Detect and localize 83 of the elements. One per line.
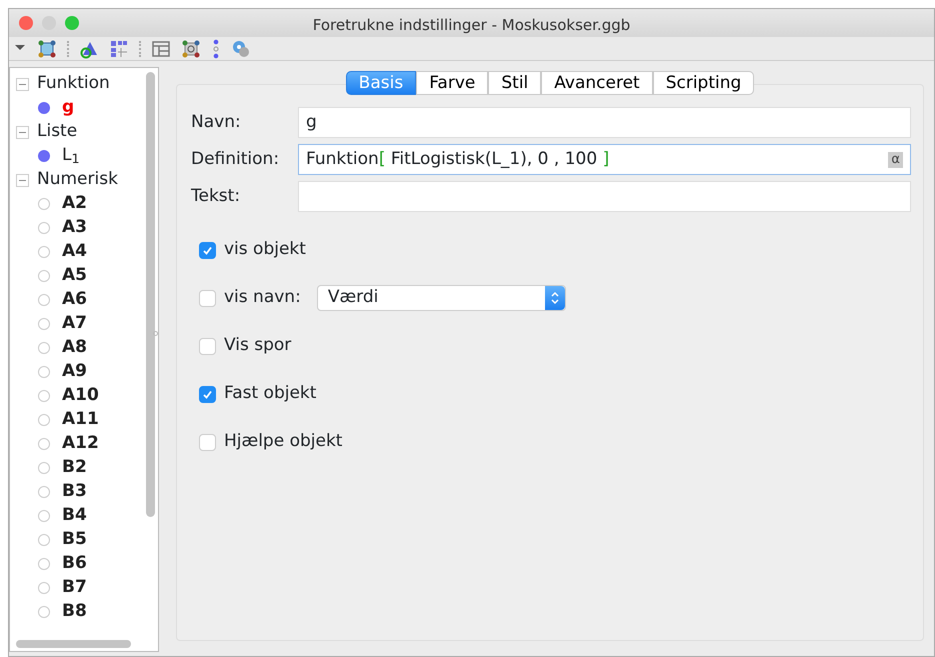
- checkbox-label: Hjælpe objekt: [224, 430, 342, 454]
- tree-item[interactable]: A4: [62, 239, 87, 265]
- tree-item[interactable]: B6: [62, 551, 87, 577]
- tree-group-label: Numerisk: [37, 168, 118, 192]
- hidden-dot[interactable]: [38, 294, 50, 306]
- hidden-dot[interactable]: [38, 486, 50, 498]
- checkbox[interactable]: [199, 290, 216, 306]
- checkbox-label: vis navn:: [224, 286, 301, 310]
- horizontal-scrollbar[interactable]: [16, 640, 131, 648]
- field-label: Tekst:: [191, 184, 242, 208]
- tab[interactable]: Farve: [416, 71, 488, 95]
- zoom-button[interactable]: [65, 16, 79, 30]
- vertical-scrollbar[interactable]: [146, 72, 155, 517]
- visible-dot[interactable]: [38, 102, 50, 114]
- square-points-icon[interactable]: [37, 38, 57, 58]
- tab[interactable]: Scripting: [652, 71, 754, 95]
- hidden-dot[interactable]: [38, 270, 50, 282]
- tree-group-label: Liste: [37, 120, 78, 144]
- tree-item[interactable]: B3: [62, 479, 87, 505]
- splitter-handle[interactable]: [153, 331, 158, 336]
- vertical-dots-icon[interactable]: [211, 38, 221, 58]
- checkbox[interactable]: [199, 338, 216, 354]
- checkbox-label: Fast objekt: [224, 382, 316, 406]
- tree-item[interactable]: A5: [62, 263, 87, 289]
- tree-item[interactable]: A9: [62, 359, 87, 385]
- close-button[interactable]: [19, 16, 33, 30]
- tree-item[interactable]: g: [62, 95, 74, 121]
- visible-dot[interactable]: [38, 150, 50, 162]
- hidden-dot[interactable]: [38, 414, 50, 426]
- hidden-dot[interactable]: [38, 246, 50, 258]
- hidden-dot[interactable]: [38, 534, 50, 546]
- symbol-button[interactable]: α: [888, 152, 903, 168]
- hidden-dot[interactable]: [38, 198, 50, 210]
- hidden-dot[interactable]: [38, 438, 50, 450]
- tab[interactable]: Avanceret: [541, 71, 653, 95]
- tree-item[interactable]: A6: [62, 287, 87, 313]
- tree-item[interactable]: A12: [62, 431, 99, 457]
- collapse-icon[interactable]: [16, 174, 29, 186]
- tree-item[interactable]: A3: [62, 215, 87, 241]
- input-field[interactable]: g: [298, 107, 911, 138]
- tree-item[interactable]: L$_{1}$: [62, 143, 80, 169]
- tree-item[interactable]: A7: [62, 311, 87, 337]
- hidden-dot[interactable]: [38, 342, 50, 354]
- checkbox[interactable]: [199, 434, 216, 450]
- window-title: Foretrukne indstillinger - Moskusokser.ggb: [312, 15, 630, 36]
- layout-icon[interactable]: [151, 38, 171, 58]
- hidden-dot[interactable]: [38, 222, 50, 234]
- tree-item[interactable]: B7: [62, 575, 87, 601]
- checkbox[interactable]: [199, 242, 216, 258]
- checkmark-icon: [202, 244, 213, 256]
- grid-icon[interactable]: [109, 38, 129, 58]
- collapse-icon[interactable]: [16, 78, 29, 90]
- tree-group-label: Funktion: [37, 72, 110, 96]
- tree-item[interactable]: A2: [62, 191, 87, 217]
- tree-item[interactable]: B5: [62, 527, 87, 553]
- tab[interactable]: Stil: [488, 71, 542, 95]
- hidden-dot[interactable]: [38, 558, 50, 570]
- input-field[interactable]: [298, 181, 911, 212]
- gears-icon[interactable]: [231, 38, 251, 58]
- tree-item[interactable]: A8: [62, 335, 87, 361]
- checkmark-icon: [202, 388, 213, 400]
- checkbox[interactable]: [199, 386, 216, 402]
- checkbox-label: vis objekt: [224, 238, 306, 262]
- dropdown[interactable]: Værdi: [316, 285, 566, 311]
- collapse-icon[interactable]: [16, 126, 29, 138]
- tree-item[interactable]: B2: [62, 455, 87, 481]
- hidden-dot[interactable]: [38, 318, 50, 330]
- hidden-dot[interactable]: [38, 606, 50, 618]
- hidden-dot[interactable]: [38, 510, 50, 522]
- hidden-dot[interactable]: [38, 582, 50, 594]
- checkbox-label: Vis spor: [224, 334, 292, 358]
- frame-points-icon[interactable]: [181, 38, 201, 58]
- field-label: Navn:: [191, 110, 242, 134]
- input-field[interactable]: Funktion[ FitLogistisk(L_1), 0 , 100 ] α: [298, 144, 911, 175]
- tree-item[interactable]: A11: [62, 407, 99, 433]
- stepper-arrows-icon: [550, 291, 560, 305]
- field-label: Definition:: [191, 148, 280, 171]
- tree-item[interactable]: B4: [62, 503, 87, 529]
- tree-item[interactable]: B8: [62, 599, 87, 625]
- hidden-dot[interactable]: [38, 366, 50, 378]
- tree-item[interactable]: A10: [62, 383, 99, 409]
- hidden-dot[interactable]: [38, 462, 50, 474]
- hidden-dot[interactable]: [38, 390, 50, 402]
